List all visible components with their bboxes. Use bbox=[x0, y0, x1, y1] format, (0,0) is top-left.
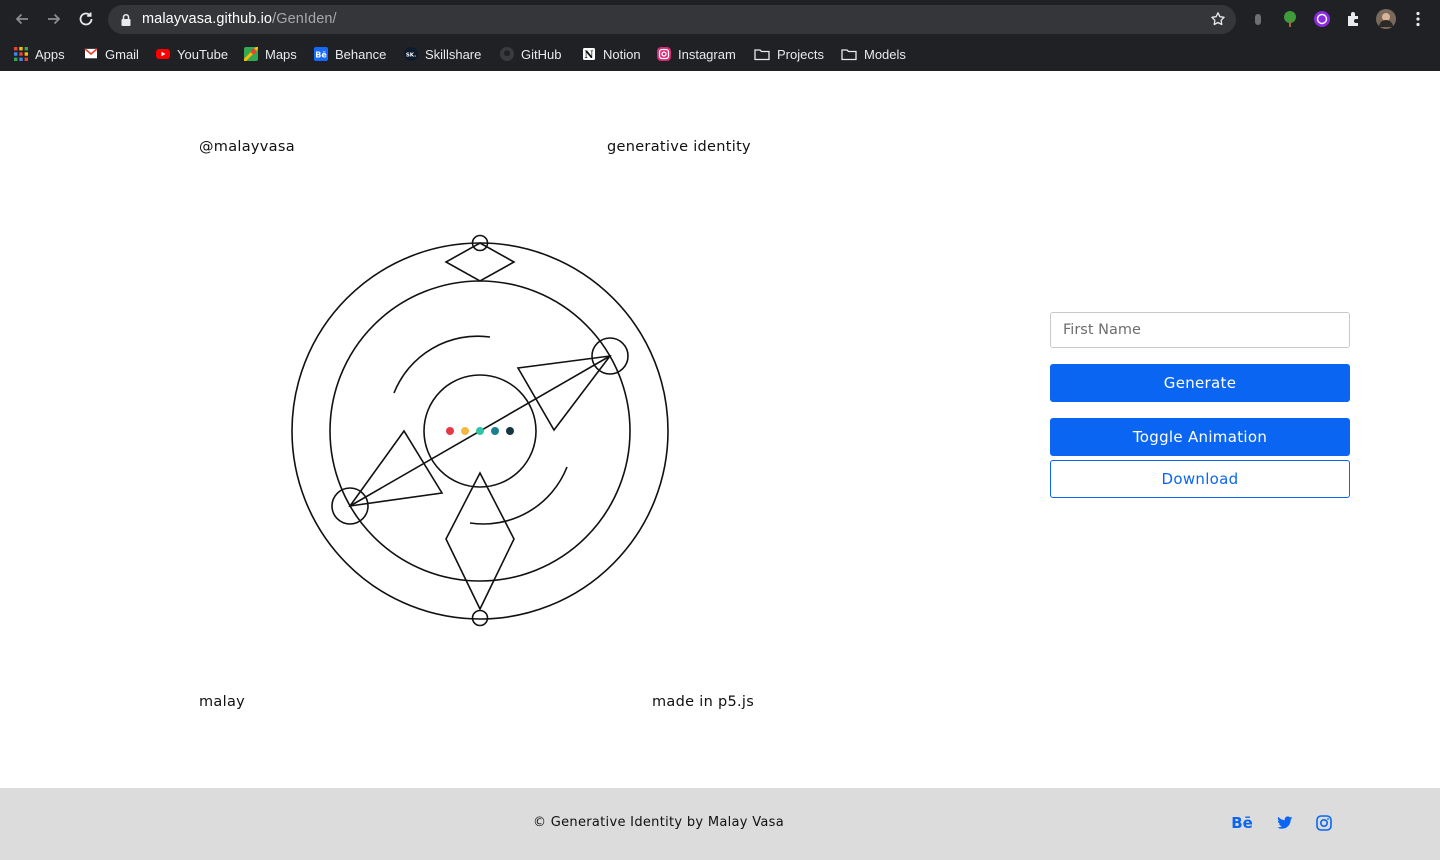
toggle-animation-button[interactable]: Toggle Animation bbox=[1050, 418, 1350, 456]
skillshare-icon: SK. bbox=[404, 47, 418, 61]
bookmark-label: YouTube bbox=[177, 46, 229, 62]
top-diamond bbox=[444, 242, 516, 282]
bookmark-instagram[interactable]: Instagram bbox=[657, 45, 736, 63]
bookmark-label: Instagram bbox=[678, 46, 736, 62]
gmail-icon bbox=[84, 47, 98, 61]
bottom-diamond bbox=[445, 471, 515, 611]
bookmark-label: Projects bbox=[777, 46, 824, 62]
bookmark-skillshare[interactable]: SK. Skillshare bbox=[404, 45, 481, 63]
youtube-icon bbox=[156, 47, 170, 61]
color-dot bbox=[476, 427, 484, 435]
svg-text:N: N bbox=[584, 50, 593, 61]
download-button[interactable]: Download bbox=[1050, 460, 1350, 498]
forward-button[interactable] bbox=[44, 9, 64, 29]
bookmark-star-icon[interactable] bbox=[1210, 11, 1226, 27]
bookmark-label: GitHub bbox=[521, 46, 562, 62]
apps-grid-icon bbox=[14, 47, 28, 61]
instagram-icon bbox=[1316, 815, 1332, 831]
lower-arc bbox=[469, 466, 568, 525]
behance-icon: Bē bbox=[1231, 814, 1253, 832]
behance-link[interactable]: Bē bbox=[1231, 813, 1253, 833]
bookmark-label: Maps bbox=[265, 46, 297, 62]
bookmark-behance[interactable]: Bē Behance bbox=[314, 45, 386, 63]
forward-arrow-icon bbox=[48, 13, 61, 25]
reload-icon bbox=[79, 12, 93, 26]
extension-tree-icon[interactable] bbox=[1281, 10, 1299, 28]
bookmark-gmail[interactable]: Gmail bbox=[84, 45, 139, 63]
instagram-icon bbox=[657, 47, 671, 61]
bookmark-notion[interactable]: N Notion bbox=[582, 45, 641, 63]
credit-text: made in p5.js bbox=[652, 694, 755, 710]
author-handle: @malayvasa bbox=[199, 139, 295, 155]
bookmark-maps[interactable]: Maps bbox=[244, 45, 297, 63]
first-name-input[interactable] bbox=[1050, 312, 1350, 348]
extension-gray-icon[interactable] bbox=[1249, 10, 1267, 28]
address-row: malayvasa.github.io/GenIden/ bbox=[0, 0, 1440, 38]
notion-icon: N bbox=[582, 47, 596, 61]
bookmark-label: Behance bbox=[335, 46, 387, 62]
footer: © Generative Identity by Malay Vasa Bē bbox=[0, 788, 1440, 860]
color-dot bbox=[506, 427, 514, 435]
bookmark-label: Skillshare bbox=[425, 46, 482, 62]
github-icon bbox=[500, 47, 514, 61]
bookmark-label: Models bbox=[864, 46, 906, 62]
back-button[interactable] bbox=[12, 9, 32, 29]
bookmark-github[interactable]: GitHub bbox=[500, 45, 561, 63]
bookmarks-bar: Apps Gmail YouTube Maps Bē Behance SK. S… bbox=[0, 38, 1440, 71]
url-text: malayvasa.github.io/GenIden/ bbox=[142, 11, 337, 27]
maps-icon bbox=[244, 47, 258, 61]
bookmark-youtube[interactable]: YouTube bbox=[156, 45, 228, 63]
browser-menu-icon[interactable] bbox=[1409, 10, 1427, 28]
folder-icon bbox=[841, 47, 857, 61]
bookmark-label: Notion bbox=[603, 46, 641, 62]
name-label: malay bbox=[199, 694, 246, 710]
bookmark-apps[interactable]: Apps bbox=[14, 45, 65, 63]
color-dots bbox=[446, 427, 514, 435]
bookmark-label: Apps bbox=[35, 46, 65, 62]
bottom-node bbox=[471, 609, 489, 627]
address-bar[interactable]: malayvasa.github.io/GenIden/ bbox=[108, 5, 1236, 34]
twitter-link[interactable] bbox=[1274, 813, 1296, 833]
svg-text:SK.: SK. bbox=[406, 53, 416, 59]
bookmark-folder-projects[interactable]: Projects bbox=[754, 45, 824, 63]
instagram-link[interactable] bbox=[1313, 813, 1335, 833]
lock-icon bbox=[121, 13, 131, 26]
generative-identity-artwork bbox=[291, 234, 669, 627]
svg-text:Bē: Bē bbox=[315, 51, 327, 60]
bookmark-label: Gmail bbox=[105, 46, 139, 62]
back-arrow-icon bbox=[15, 13, 28, 25]
browser-chrome: malayvasa.github.io/GenIden/ Apps Gmail … bbox=[0, 0, 1440, 71]
twitter-icon bbox=[1277, 816, 1293, 829]
extensions-puzzle-icon[interactable] bbox=[1345, 10, 1363, 28]
bookmark-folder-models[interactable]: Models bbox=[841, 45, 906, 63]
behance-icon: Bē bbox=[314, 47, 328, 61]
color-dot bbox=[446, 427, 454, 435]
upper-arc bbox=[393, 335, 491, 394]
generate-button[interactable]: Generate bbox=[1050, 364, 1350, 402]
profile-avatar[interactable] bbox=[1376, 9, 1396, 29]
page-title: generative identity bbox=[607, 139, 751, 155]
color-dot bbox=[491, 427, 499, 435]
color-dot bbox=[461, 427, 469, 435]
reload-button[interactable] bbox=[76, 9, 96, 29]
extension-purple-icon[interactable] bbox=[1313, 10, 1331, 28]
copyright-text: © Generative Identity by Malay Vasa bbox=[533, 815, 784, 830]
folder-icon bbox=[754, 47, 770, 61]
